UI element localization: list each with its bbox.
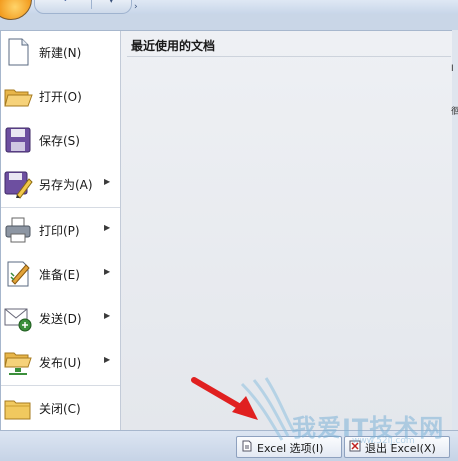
menu-item-prepare[interactable]: 准备(E) ▶ <box>1 253 120 295</box>
quick-access-toolbar: ↶ ▾ <box>34 0 132 14</box>
submenu-arrow-icon: ▶ <box>104 311 111 320</box>
submenu-arrow-icon: ▶ <box>104 355 111 364</box>
menu-divider <box>1 385 120 386</box>
prepare-document-icon <box>7 261 30 287</box>
menu-item-label: 打开(O) <box>39 90 82 104</box>
edge-text: I <box>451 64 454 74</box>
menu-item-save[interactable]: 保存(S) <box>1 119 120 161</box>
title-bar: ↶ ▾ › <box>0 0 458 20</box>
menu-item-label: 新建(N) <box>39 46 82 60</box>
watermark-url: www.52ij.com <box>352 436 415 446</box>
office-button-orb[interactable] <box>0 0 32 20</box>
command-list: 新建(N) 打开(O) 保存(S) 另存为(A) ▶ 打印(P) ▶ 准备(E)… <box>1 31 121 431</box>
edge-text: 徊 <box>451 107 458 117</box>
menu-item-new[interactable]: 新建(N) <box>1 31 120 73</box>
menu-item-label: 另存为(A) <box>39 178 93 192</box>
window-edge <box>452 30 458 430</box>
menu-item-label: 打印(P) <box>39 224 80 238</box>
save-disk-icon <box>5 127 31 153</box>
submenu-arrow-icon: ▶ <box>104 223 111 232</box>
recent-documents-title: 最近使用的文档 <box>131 39 216 53</box>
menu-item-print[interactable]: 打印(P) ▶ <box>1 209 120 251</box>
publish-folder-icon <box>4 352 32 375</box>
menu-item-send[interactable]: 发送(D) ▶ <box>1 297 120 339</box>
menu-item-close[interactable]: 关闭(C) <box>1 387 120 429</box>
toolbar-divider <box>91 0 92 9</box>
save-as-icon <box>4 171 33 199</box>
customize-toolbar-icon[interactable]: ▾ <box>109 0 114 6</box>
menu-item-label: 保存(S) <box>39 134 80 148</box>
printer-icon <box>5 217 31 243</box>
toolbar-chevron-icon[interactable]: › <box>134 2 138 12</box>
close-folder-icon <box>4 400 31 420</box>
menu-item-save-as[interactable]: 另存为(A) ▶ <box>1 163 120 205</box>
submenu-arrow-icon: ▶ <box>104 267 111 276</box>
menu-item-open[interactable]: 打开(O) <box>1 75 120 117</box>
undo-icon[interactable]: ↶ <box>63 0 71 6</box>
submenu-arrow-icon: ▶ <box>104 177 111 186</box>
menu-divider <box>1 207 120 208</box>
recent-documents-panel: 最近使用的文档 <box>121 31 457 431</box>
send-mail-icon <box>4 308 32 332</box>
menu-item-label: 发送(D) <box>39 312 82 326</box>
menu-item-publish[interactable]: 发布(U) ▶ <box>1 341 120 383</box>
watermark: 我爱IT技术网 www.52ij.com <box>232 374 452 460</box>
recent-title-divider <box>127 56 451 57</box>
new-document-icon <box>8 38 29 66</box>
menu-item-label: 准备(E) <box>39 268 80 282</box>
open-folder-icon <box>4 89 33 107</box>
menu-item-label: 发布(U) <box>39 356 82 370</box>
menu-item-label: 关闭(C) <box>39 402 81 416</box>
